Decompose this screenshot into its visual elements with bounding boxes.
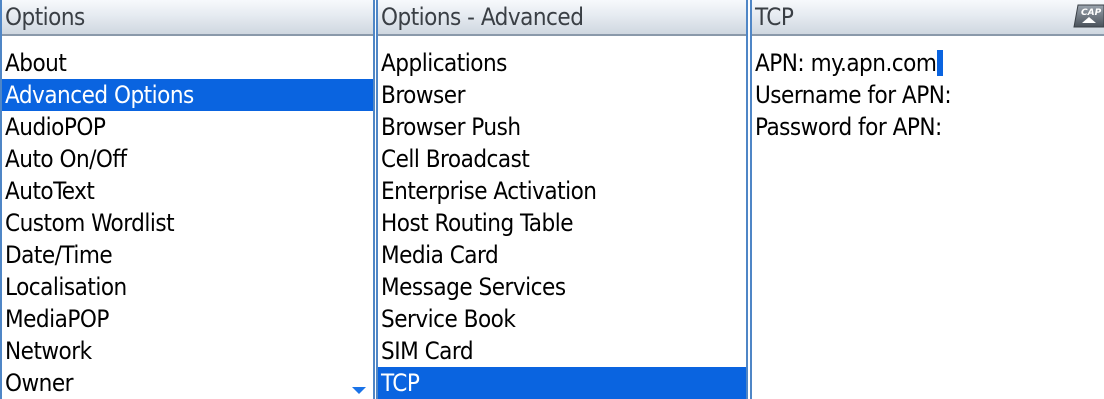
options-screen: Options About Advanced Options AudioPOP …	[0, 0, 375, 399]
page-title: Options - Advanced	[381, 3, 584, 31]
list-item-tcp[interactable]: TCP	[378, 367, 746, 399]
options-titlebar: Options	[2, 0, 373, 36]
list-item-service-book[interactable]: Service Book	[378, 303, 746, 335]
list-item-network[interactable]: Network	[2, 335, 373, 367]
advanced-options-screen: Options - Advanced Applications Browser …	[376, 0, 748, 399]
list-item-custom-wordlist[interactable]: Custom Wordlist	[2, 207, 373, 239]
password-label: Password for APN:	[755, 113, 942, 141]
list-item-browser-push[interactable]: Browser Push	[378, 111, 746, 143]
list-item-sim-card[interactable]: SIM Card	[378, 335, 746, 367]
page-title: Options	[5, 3, 85, 31]
password-field[interactable]: Password for APN:	[752, 111, 1104, 143]
text-cursor	[937, 50, 944, 76]
tcp-form: APN: my.apn.com Username for APN: Passwo…	[752, 47, 1104, 143]
list-item-owner[interactable]: Owner	[2, 367, 373, 399]
list-item-enterprise-activation[interactable]: Enterprise Activation	[378, 175, 746, 207]
page-title: TCP	[755, 3, 794, 31]
list-item-about[interactable]: About	[2, 47, 373, 79]
apn-field[interactable]: APN: my.apn.com	[752, 47, 1104, 79]
username-field[interactable]: Username for APN:	[752, 79, 1104, 111]
tcp-screen: TCP CAP APN: my.apn.com Username for APN…	[750, 0, 1104, 399]
options-list: About Advanced Options AudioPOP Auto On/…	[2, 47, 373, 399]
list-item-mediapop[interactable]: MediaPOP	[2, 303, 373, 335]
list-item-host-routing-table[interactable]: Host Routing Table	[378, 207, 746, 239]
advanced-options-list: Applications Browser Browser Push Cell B…	[378, 47, 746, 399]
username-label: Username for APN:	[755, 81, 952, 109]
list-item-localisation[interactable]: Localisation	[2, 271, 373, 303]
tcp-titlebar: TCP CAP	[752, 0, 1104, 36]
caps-lock-icon: CAP	[1073, 4, 1104, 28]
list-item-date-time[interactable]: Date/Time	[2, 239, 373, 271]
apn-label: APN:	[755, 49, 805, 77]
list-item-media-card[interactable]: Media Card	[378, 239, 746, 271]
list-item-advanced-options[interactable]: Advanced Options	[2, 79, 373, 111]
apn-input[interactable]: my.apn.com	[811, 49, 937, 77]
list-item-message-services[interactable]: Message Services	[378, 271, 746, 303]
list-item-audiopop[interactable]: AudioPOP	[2, 111, 373, 143]
caps-lock-label: CAP	[1081, 8, 1102, 18]
advanced-titlebar: Options - Advanced	[378, 0, 746, 36]
list-item-browser[interactable]: Browser	[378, 79, 746, 111]
list-item-cell-broadcast[interactable]: Cell Broadcast	[378, 143, 746, 175]
list-item-applications[interactable]: Applications	[378, 47, 746, 79]
list-item-autotext[interactable]: AutoText	[2, 175, 373, 207]
list-item-auto-on-off[interactable]: Auto On/Off	[2, 143, 373, 175]
chevron-down-icon[interactable]	[352, 387, 366, 394]
